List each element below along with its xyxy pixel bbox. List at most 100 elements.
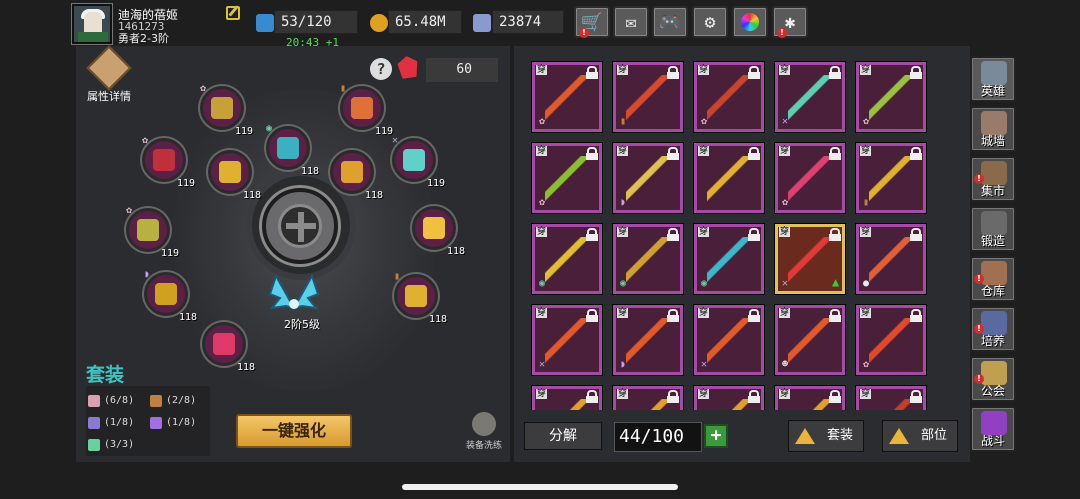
lock-icon[interactable] xyxy=(910,147,922,160)
inventory-item[interactable]: 穿 ✿ xyxy=(694,62,764,132)
inventory-item[interactable]: 穿 ◉ xyxy=(613,224,683,294)
inventory-item[interactable]: 穿 xyxy=(856,386,926,410)
nav-6[interactable]: 公会 ! xyxy=(970,356,1016,402)
set-mark-icon xyxy=(327,147,339,159)
nav-2[interactable]: 集市 ! xyxy=(970,156,1016,202)
equip-slot[interactable]: 118 xyxy=(205,147,261,201)
attribute-details-button[interactable]: 属性详情 xyxy=(84,45,134,103)
equip-slot[interactable]: ▮ 119 xyxy=(340,83,393,137)
equip-level: 119 xyxy=(234,126,253,137)
nav-7[interactable]: 战斗 xyxy=(970,406,1016,452)
lock-icon[interactable] xyxy=(586,147,598,160)
inventory-item[interactable]: 穿 ● xyxy=(856,224,926,294)
lock-icon[interactable] xyxy=(748,390,760,403)
inventory-item[interactable]: 穿 ▮ xyxy=(856,143,926,213)
equip-slot[interactable]: ◗ 118 xyxy=(144,269,197,323)
set-mark-icon: ◗ xyxy=(619,197,627,208)
inventory-item[interactable]: 穿 ✕ xyxy=(775,62,845,132)
mail-button[interactable]: ✉ xyxy=(613,6,649,38)
inventory-item[interactable]: 穿 ✕ ▲ xyxy=(775,224,845,294)
inventory-item[interactable]: 穿 ◗ xyxy=(613,305,683,375)
equip-slot[interactable]: ▮ 118 xyxy=(394,271,447,325)
lock-icon[interactable] xyxy=(667,309,679,322)
expand-inventory-button[interactable]: + xyxy=(704,424,728,448)
colorwheel-button[interactable] xyxy=(732,6,768,38)
nav-0[interactable]: 英雄 xyxy=(970,56,1016,102)
inventory-item[interactable]: 穿 ✿ xyxy=(532,143,602,213)
equip-slot[interactable]: 118 xyxy=(412,206,465,257)
inventory-item[interactable]: 穿 xyxy=(694,143,764,213)
inventory-item[interactable]: 穿 ◗ xyxy=(613,143,683,213)
lock-icon[interactable] xyxy=(910,309,922,322)
equip-slot[interactable]: 118 xyxy=(327,147,383,201)
lock-icon[interactable] xyxy=(667,228,679,241)
lock-icon[interactable] xyxy=(667,390,679,403)
inventory-item[interactable]: 穿 ✕ xyxy=(532,305,602,375)
equip-slot[interactable]: ✿ 119 xyxy=(200,83,253,137)
spider-button[interactable]: ✱! xyxy=(772,6,808,38)
lock-icon[interactable] xyxy=(748,66,760,79)
lock-icon[interactable] xyxy=(586,66,598,79)
equip-slot[interactable]: 118 xyxy=(202,322,255,373)
help-icon[interactable]: ? xyxy=(370,58,392,80)
lock-icon[interactable] xyxy=(829,390,841,403)
inventory-item[interactable]: 穿 ☻ xyxy=(775,305,845,375)
nav-1[interactable]: 城墙 xyxy=(970,106,1016,152)
nav-3[interactable]: 锻造 xyxy=(970,206,1016,252)
wear-tag: 穿 xyxy=(779,146,791,156)
inventory-item[interactable]: 穿 xyxy=(613,386,683,410)
inventory-item[interactable]: 穿 ◉ xyxy=(694,224,764,294)
inventory-item[interactable]: 穿 ✕ xyxy=(694,305,764,375)
one-click-strengthen-button[interactable]: 一键强化 xyxy=(236,414,352,448)
lock-icon[interactable] xyxy=(748,228,760,241)
lock-icon[interactable] xyxy=(910,228,922,241)
lock-icon[interactable] xyxy=(829,147,841,160)
sort-by-set-button[interactable]: 套装 xyxy=(788,420,864,452)
inventory-item[interactable]: 穿 xyxy=(532,386,602,410)
nav-5[interactable]: 培养 ! xyxy=(970,306,1016,352)
gem-icon xyxy=(473,14,491,32)
lock-icon[interactable] xyxy=(748,147,760,160)
equip-slot[interactable]: ✿ 119 xyxy=(142,135,195,189)
set-mark-icon: ✿ xyxy=(538,197,546,208)
lock-icon[interactable] xyxy=(586,309,598,322)
inventory-item[interactable]: 穿 ◉ xyxy=(532,224,602,294)
home-indicator[interactable] xyxy=(402,484,678,490)
lock-icon[interactable] xyxy=(586,228,598,241)
inventory-item[interactable]: 穿 ✿ xyxy=(856,62,926,132)
lock-icon[interactable] xyxy=(748,309,760,322)
lock-icon[interactable] xyxy=(829,228,841,241)
equip-slot[interactable]: ◉ 118 xyxy=(266,123,319,177)
nav-4[interactable]: 仓库 ! xyxy=(970,256,1016,302)
wear-tag: 穿 xyxy=(779,65,791,75)
lock-icon[interactable] xyxy=(910,390,922,403)
avatar[interactable] xyxy=(72,4,112,44)
wings-slot[interactable] xyxy=(266,268,322,322)
settings-button[interactable]: ⚙ xyxy=(692,6,728,38)
lock-icon[interactable] xyxy=(910,66,922,79)
inventory-item[interactable]: 穿 xyxy=(694,386,764,410)
inventory-item[interactable]: 穿 ✿ xyxy=(532,62,602,132)
lock-icon[interactable] xyxy=(667,66,679,79)
sort-by-slot-button[interactable]: 部位 xyxy=(882,420,958,452)
shop-button[interactable]: 🛒! xyxy=(574,6,610,38)
lock-icon[interactable] xyxy=(829,309,841,322)
gamepad-button[interactable]: 🎮 xyxy=(652,6,688,38)
equipment-icon xyxy=(405,285,427,307)
edit-name-icon[interactable] xyxy=(226,6,240,20)
set-mark-icon xyxy=(205,147,217,159)
lock-icon[interactable] xyxy=(667,147,679,160)
inventory-item[interactable]: 穿 ▮ xyxy=(613,62,683,132)
equipment-wash-button[interactable]: 装备洗练 xyxy=(462,412,506,452)
equip-slot[interactable]: ✕ 119 xyxy=(392,135,445,189)
inventory-item[interactable]: 穿 ✿ xyxy=(775,143,845,213)
lock-icon[interactable] xyxy=(829,66,841,79)
inventory-item[interactable]: 穿 xyxy=(775,386,845,410)
wings-icon xyxy=(268,273,320,310)
inventory-item[interactable]: 穿 ✿ xyxy=(856,305,926,375)
nav-label: 英雄 xyxy=(980,84,1005,98)
set-icon xyxy=(150,417,162,429)
lock-icon[interactable] xyxy=(586,390,598,403)
decompose-button[interactable]: 分解 xyxy=(524,422,602,450)
equip-slot[interactable]: ✿ 119 xyxy=(126,205,179,259)
